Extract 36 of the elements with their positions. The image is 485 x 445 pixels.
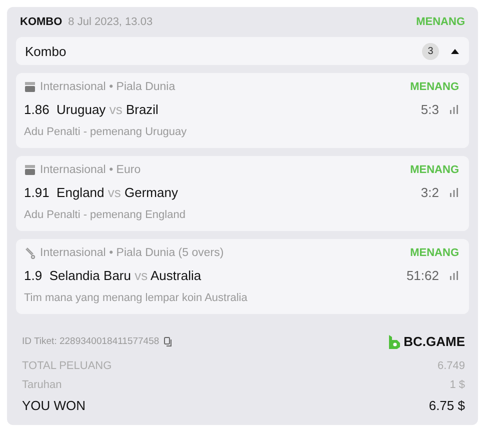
league-label: Internasional • Piala Dunia (5 overs) <box>40 247 224 259</box>
emblem-icon <box>24 164 36 176</box>
status-label: MENANG <box>410 247 459 259</box>
league-label: Internasional • Piala Dunia <box>40 81 176 93</box>
emblem-icon <box>24 81 36 93</box>
league-label: Internasional • Euro <box>40 164 141 176</box>
summary-label: TOTAL PELUANG <box>22 360 112 372</box>
market-label: Adu Penalti - pemenang England <box>24 209 186 221</box>
summary-label: Taruhan <box>22 379 62 391</box>
market-label: Adu Penalti - pemenang Uruguay <box>24 126 188 138</box>
copy-icon[interactable] <box>164 336 174 346</box>
match-line: 1.86 Uruguay vs Brazil <box>24 102 158 117</box>
bar-chart-icon[interactable] <box>449 271 459 280</box>
score: 51:62 <box>406 268 439 283</box>
combo-toggle[interactable]: Kombo 3 <box>16 37 469 65</box>
match-line: 1.9 Selandia Baru vs Australia <box>24 268 202 283</box>
logo-icon <box>388 334 401 348</box>
bat-icon <box>24 247 36 259</box>
summary-value: 6.749 <box>437 360 465 372</box>
count-badge: 3 <box>422 42 439 60</box>
brand-name: BC.GAME <box>404 334 465 349</box>
market-label: Tim mana yang menang lempar koin Australia <box>24 292 248 304</box>
status-label: MENANG <box>410 81 459 93</box>
status-label: MENANG <box>416 16 465 28</box>
score: 3:2 <box>420 185 439 200</box>
summary-value: 6.75 $ <box>428 398 465 413</box>
score: 5:3 <box>420 102 439 117</box>
status-label: MENANG <box>410 164 459 176</box>
summary-value: 1 $ <box>450 379 465 391</box>
bar-chart-icon[interactable] <box>449 105 459 114</box>
match-line: 1.91 England vs Germany <box>24 185 178 200</box>
summary-label: YOU WON <box>22 398 86 413</box>
bet-date: 8 Jul 2023, 13.03 <box>68 16 153 28</box>
ticket-id: ID Tiket: 2289340018411577458 <box>22 336 160 347</box>
bet-type: KOMBO <box>20 16 62 28</box>
bar-chart-icon[interactable] <box>449 188 459 197</box>
